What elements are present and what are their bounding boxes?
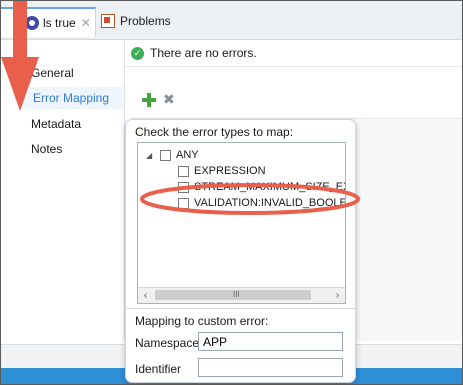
arrow-shaft	[13, 1, 27, 59]
checkbox[interactable]	[178, 165, 189, 177]
tree-item-label: VALIDATION:INVALID_BOOLEA	[194, 197, 346, 209]
status-text: There are no errors.	[150, 46, 257, 60]
status-message: ✓ There are no errors.	[131, 45, 257, 61]
scroll-right-icon[interactable]: ›	[330, 288, 345, 303]
mapping-title: Mapping to custom error:	[135, 314, 269, 328]
tree-item-label: STREAM_MAXIMUM_SIZE_EXCE	[194, 181, 345, 193]
namespace-label: Namespace	[135, 336, 200, 350]
horizontal-scrollbar[interactable]: ‹ III ›	[138, 287, 345, 303]
divider	[126, 308, 355, 309]
remove-mapping-icon[interactable]: ✖	[163, 91, 175, 108]
tree-item-label: EXPRESSION	[194, 165, 266, 177]
tree-item-label: ANY	[176, 149, 199, 161]
tab-problems[interactable]: Problems	[101, 7, 201, 35]
checkbox[interactable]	[160, 149, 171, 161]
editor-window: ls true ✕ Problems General Error Mapping…	[0, 0, 463, 385]
checkbox[interactable]	[178, 197, 189, 209]
add-mapping-icon[interactable]	[142, 93, 156, 107]
error-type-tree[interactable]: ◢ ANY EXPRESSION STREAM_MAXIMUM_SIZE_EXC…	[137, 142, 346, 304]
tab-label: Problems	[120, 14, 171, 28]
identifier-label: Identifier	[135, 362, 182, 376]
checkbox[interactable]	[178, 181, 189, 193]
tree-item-stream-maximum-size[interactable]: STREAM_MAXIMUM_SIZE_EXCE	[178, 179, 345, 195]
popup-title: Check the error types to map:	[135, 125, 294, 139]
annotation-arrow-icon	[1, 1, 39, 111]
scroll-left-icon[interactable]: ‹	[138, 288, 153, 303]
tree-item-expression[interactable]: EXPRESSION	[178, 163, 266, 179]
tree-item-validation-invalid-boolean[interactable]: VALIDATION:INVALID_BOOLEA	[178, 195, 346, 211]
arrow-head	[1, 57, 39, 111]
scroll-grip: III	[233, 290, 240, 299]
collapse-icon[interactable]: ◢	[146, 151, 156, 160]
scrollbar-thumb[interactable]: III	[155, 290, 311, 300]
namespace-field[interactable]	[198, 332, 343, 351]
close-icon[interactable]: ✕	[81, 16, 91, 30]
tab-bar: ls true ✕ Problems	[1, 1, 462, 40]
problems-icon	[101, 14, 115, 28]
divider	[125, 66, 462, 67]
error-type-popup: Check the error types to map: ◢ ANY EXPR…	[125, 119, 356, 383]
tree-item-any[interactable]: ◢ ANY	[146, 147, 199, 163]
check-circle-icon: ✓	[131, 46, 144, 60]
sidebar-item-notes[interactable]: Notes	[31, 142, 62, 156]
identifier-field[interactable]	[198, 358, 343, 377]
